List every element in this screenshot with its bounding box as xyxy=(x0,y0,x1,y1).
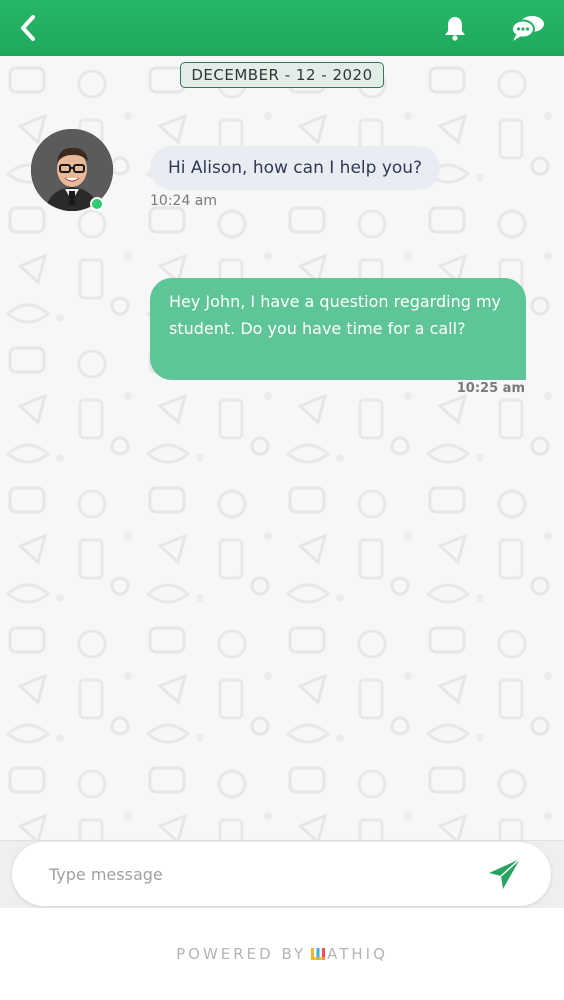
powered-by: POWERED BY ATHIQ xyxy=(176,945,388,963)
chevron-left-icon xyxy=(21,15,35,41)
message-text: Hi Alison, how can I help you? xyxy=(168,158,423,178)
message-text: Hey John, I have a question regarding my… xyxy=(169,292,502,338)
brand-logo-icon xyxy=(311,948,326,960)
chat-bubbles-icon xyxy=(511,16,544,41)
outgoing-message-bubble: Hey John, I have a question regarding my… xyxy=(150,278,526,380)
send-button[interactable] xyxy=(487,856,523,892)
send-icon xyxy=(489,858,521,889)
date-label: DECEMBER - 12 - 2020 xyxy=(191,66,373,84)
brand-name: ATHIQ xyxy=(327,945,388,963)
message-composer xyxy=(12,842,551,906)
conversations-button[interactable] xyxy=(510,13,546,43)
chat-area[interactable]: DECEMBER - 12 - 2020 Hi Alison, how can … xyxy=(0,56,564,840)
online-status-dot xyxy=(90,197,104,211)
top-bar xyxy=(0,0,564,56)
notifications-button[interactable] xyxy=(440,13,470,43)
message-timestamp: 10:25 am xyxy=(456,381,525,396)
bell-icon xyxy=(445,17,465,41)
date-divider: DECEMBER - 12 - 2020 xyxy=(180,62,384,88)
footer: POWERED BY ATHIQ xyxy=(0,908,564,1000)
incoming-message-bubble: Hi Alison, how can I help you? xyxy=(150,146,441,190)
back-button[interactable] xyxy=(18,14,42,42)
powered-by-label: POWERED BY xyxy=(176,945,307,963)
message-timestamp: 10:24 am xyxy=(150,193,218,209)
message-input[interactable] xyxy=(49,864,487,884)
